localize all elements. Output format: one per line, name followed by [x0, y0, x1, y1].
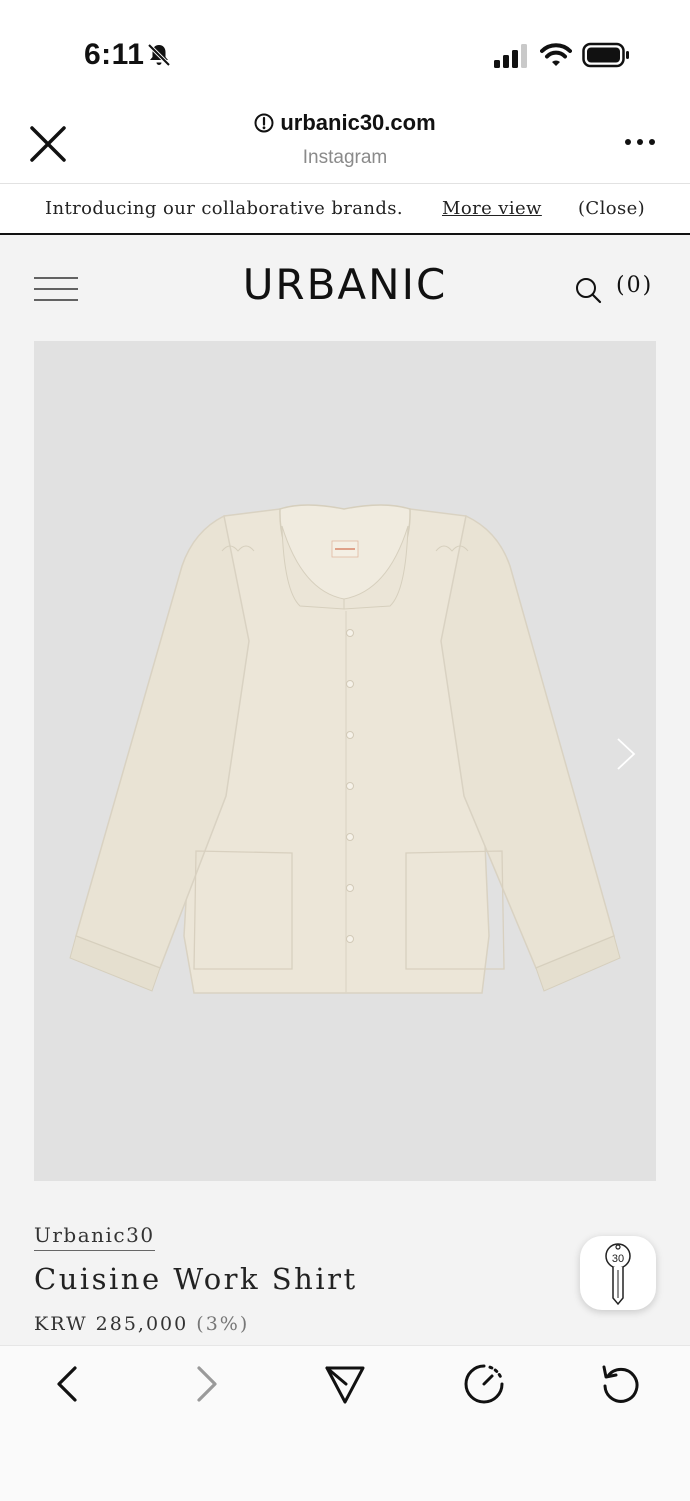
- forward-icon[interactable]: [184, 1362, 228, 1406]
- banner-more-link[interactable]: More view: [442, 198, 542, 219]
- banner-text: Introducing our collaborative brands.: [45, 198, 404, 219]
- product-title: Cuisine Work Shirt: [34, 1262, 358, 1296]
- silent-bell-icon: [147, 43, 171, 67]
- product-brand-link[interactable]: Urbanic30: [34, 1223, 155, 1251]
- key-floating-button[interactable]: 30: [580, 1236, 656, 1310]
- status-time: 6:11: [84, 38, 145, 71]
- search-icon[interactable]: [574, 276, 602, 304]
- cell-signal-icon: [494, 44, 527, 68]
- image-next-arrow-icon[interactable]: [614, 736, 638, 772]
- reload-icon[interactable]: [598, 1362, 642, 1406]
- key-badge-text: 30: [612, 1253, 624, 1265]
- speed-dial-icon[interactable]: [462, 1362, 506, 1406]
- shirt-illustration: [69, 504, 621, 994]
- banner-close-button[interactable]: (Close): [578, 198, 645, 219]
- product-price: KRW 285,000: [34, 1313, 189, 1335]
- promo-banner: Introducing our collaborative brands. Mo…: [0, 184, 690, 233]
- share-icon[interactable]: [323, 1362, 367, 1406]
- url-bar[interactable]: urbanic30.com: [0, 110, 690, 136]
- cart-count[interactable]: (0): [616, 273, 653, 298]
- more-icon[interactable]: [622, 132, 658, 152]
- wifi-icon: [540, 43, 572, 66]
- product-image[interactable]: [34, 341, 656, 1181]
- product-price-row: KRW 285,000 (3%): [34, 1313, 249, 1335]
- product-discount: (3%): [196, 1313, 250, 1335]
- back-icon[interactable]: [46, 1362, 90, 1406]
- battery-icon: [582, 42, 629, 68]
- url-text: urbanic30.com: [280, 110, 436, 135]
- key-icon: 30: [605, 1243, 631, 1306]
- url-source: Instagram: [302, 147, 388, 168]
- info-icon: [254, 113, 274, 133]
